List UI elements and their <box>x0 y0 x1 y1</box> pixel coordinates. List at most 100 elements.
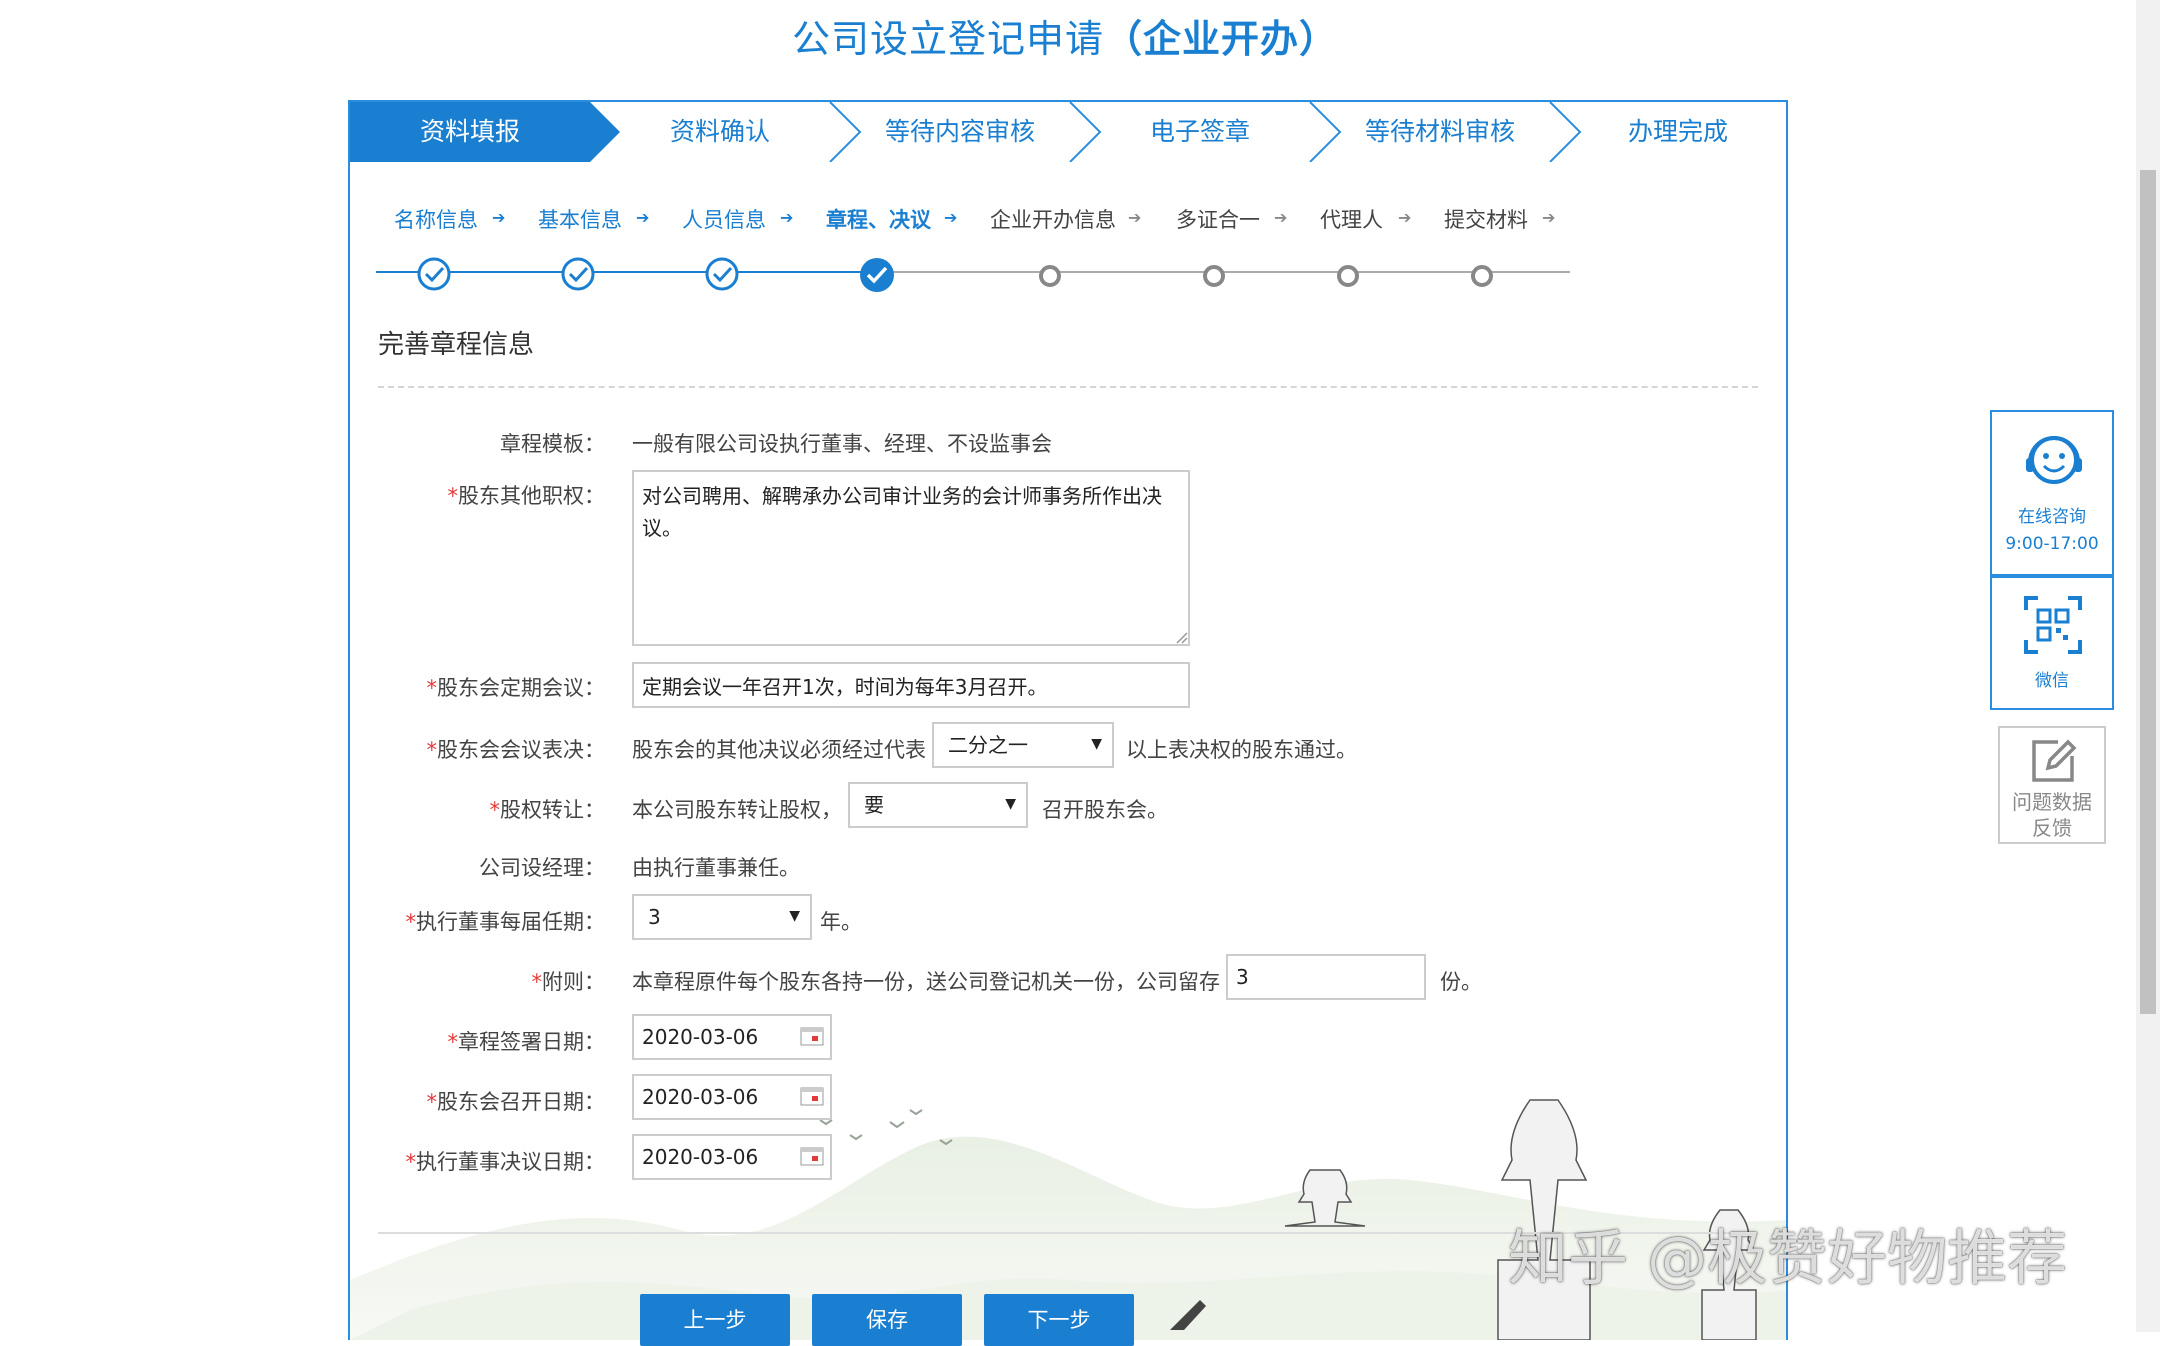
sign-date-value: 2020-03-06 <box>642 1025 759 1049</box>
caret-down-icon: ▼ <box>1091 736 1102 752</box>
vote-ratio-select[interactable]: 二分之一 ▼ <box>932 722 1114 768</box>
step-e-signature[interactable]: 电子签章 <box>1090 102 1310 162</box>
transfer-prefix: 本公司股东转让股权， <box>632 798 842 822</box>
vote-ratio-value: 二分之一 <box>948 733 1028 757</box>
arrow-right-icon: ➔ <box>1398 208 1412 227</box>
customer-service-icon <box>2026 436 2082 484</box>
arrow-right-icon: ➔ <box>636 208 650 227</box>
required-mark: * <box>405 1150 417 1174</box>
arrow-right-icon: ➔ <box>944 208 958 227</box>
arrow-right-icon: ➔ <box>1274 208 1288 227</box>
watermark: 知乎 @极赞好物推荐 <box>1508 1224 2068 1294</box>
step-confirm[interactable]: 资料确认 <box>610 102 830 162</box>
substep-basic-info[interactable]: 基本信息 <box>538 204 622 234</box>
check-circle-icon <box>561 257 595 291</box>
appendix-suffix: 份。 <box>1440 970 1482 994</box>
substep-articles-resolution[interactable]: 章程、决议 <box>826 204 931 234</box>
pending-circle-icon <box>1039 265 1061 287</box>
resize-handle-icon[interactable] <box>1176 632 1188 644</box>
required-mark: * <box>447 1030 459 1054</box>
check-circle-icon <box>705 257 739 291</box>
resolution-date-label: *执行董事决议日期： <box>406 1146 606 1176</box>
arrow-right-icon: ➔ <box>492 208 506 227</box>
meeting-date-input[interactable]: 2020-03-06 <box>632 1074 832 1120</box>
required-mark: * <box>531 970 543 994</box>
caret-down-icon: ▼ <box>789 908 800 924</box>
resolution-date-input[interactable]: 2020-03-06 <box>632 1134 832 1180</box>
term-value: 3 <box>648 905 661 929</box>
other-duties-textarea[interactable]: 对公司聘用、解聘承办公司审计业务的会计师事务所作出决议。 <box>632 470 1190 646</box>
caret-down-icon: ▼ <box>1005 796 1016 812</box>
vote-label-text: 股东会会议表决： <box>437 738 605 762</box>
scrollbar[interactable] <box>2136 0 2160 1332</box>
wechat-widget[interactable]: 微信 <box>1990 576 2114 710</box>
calendar-icon[interactable] <box>800 1026 824 1046</box>
required-mark: * <box>405 910 417 934</box>
vote-prefix: 股东会的其他决议必须经过代表 <box>632 738 926 762</box>
transfer-select[interactable]: 要 ▼ <box>848 782 1028 828</box>
transfer-value: 要 <box>864 793 884 817</box>
step-complete[interactable]: 办理完成 <box>1570 102 1786 162</box>
other-duties-label: *股东其他职权： <box>448 480 606 510</box>
term-label-text: 执行董事每届任期： <box>416 910 605 934</box>
next-step-button[interactable]: 下一步 <box>984 1294 1134 1346</box>
required-mark: * <box>426 676 438 700</box>
sign-date-label-text: 章程签署日期： <box>458 1030 605 1054</box>
transfer-label-text: 股权转让： <box>500 798 605 822</box>
regular-meeting-label: *股东会定期会议： <box>427 672 606 702</box>
pending-circle-icon <box>1203 265 1225 287</box>
calendar-icon[interactable] <box>800 1146 824 1166</box>
online-consult-widget[interactable]: 在线咨询 9:00-17:00 <box>1990 410 2114 576</box>
appendix-prefix: 本章程原件每个股东各持一份，送公司登记机关一份，公司留存 <box>632 970 1220 994</box>
sign-date-input[interactable]: 2020-03-06 <box>632 1014 832 1060</box>
substep-agent[interactable]: 代理人 <box>1320 204 1383 234</box>
substep-submit-materials[interactable]: 提交材料 <box>1444 204 1528 234</box>
meeting-date-label: *股东会召开日期： <box>427 1086 606 1116</box>
step-fill-in[interactable]: 资料填报 <box>350 102 590 162</box>
appendix-label: *附则： <box>532 966 606 996</box>
process-steps: 资料填报 资料确认 等待内容审核 电子签章 等待材料审核 办理完成 <box>350 102 1786 162</box>
save-button[interactable]: 保存 <box>812 1294 962 1346</box>
page-title-sub: （企业开办） <box>1104 17 1339 61</box>
step-material-review[interactable]: 等待材料审核 <box>1330 102 1550 162</box>
substep-name-info[interactable]: 名称信息 <box>394 204 478 234</box>
term-select[interactable]: 3 ▼ <box>632 894 812 940</box>
regular-meeting-label-text: 股东会定期会议： <box>437 676 605 700</box>
feedback-widget[interactable]: 问题数据 反馈 <box>1998 726 2106 844</box>
sign-date-label: *章程签署日期： <box>448 1026 606 1056</box>
prev-step-button[interactable]: 上一步 <box>640 1294 790 1346</box>
template-label: 章程模板： <box>500 432 605 456</box>
pending-circle-icon <box>1471 265 1493 287</box>
required-mark: * <box>426 1090 438 1114</box>
resolution-date-label-text: 执行董事决议日期： <box>416 1150 605 1174</box>
section-divider <box>378 386 1758 388</box>
scrollbar-thumb[interactable] <box>2140 170 2156 1014</box>
term-suffix: 年。 <box>820 910 862 934</box>
wechat-label: 微信 <box>2035 671 2069 691</box>
substep-enterprise-info[interactable]: 企业开办信息 <box>990 204 1116 234</box>
vote-label: *股东会会议表决： <box>427 734 606 764</box>
section-title: 完善章程信息 <box>378 330 535 360</box>
calendar-icon[interactable] <box>800 1086 824 1106</box>
resolution-date-value: 2020-03-06 <box>642 1145 759 1169</box>
manager-value: 由执行董事兼任。 <box>632 856 800 880</box>
regular-meeting-input[interactable] <box>632 662 1190 708</box>
page-title-main: 公司设立登记申请 <box>791 17 1104 61</box>
arrow-right-icon: ➔ <box>780 208 794 227</box>
appendix-label-text: 附则： <box>542 970 605 994</box>
feedback-line2: 反馈 <box>2032 816 2072 840</box>
meeting-date-value: 2020-03-06 <box>642 1085 759 1109</box>
check-circle-icon <box>417 257 451 291</box>
term-label: *执行董事每届任期： <box>406 906 606 936</box>
substep-personnel-info[interactable]: 人员信息 <box>682 204 766 234</box>
step-content-review[interactable]: 等待内容审核 <box>850 102 1070 162</box>
pending-circle-icon <box>1337 265 1359 287</box>
template-value: 一般有限公司设执行董事、经理、不设监事会 <box>632 432 1052 456</box>
transfer-label: *股权转让： <box>490 794 606 824</box>
required-mark: * <box>426 738 438 762</box>
sub-steps: 名称信息 ➔ 基本信息 ➔ 人员信息 ➔ 章程、决议 ➔ 企业开办信息 ➔ 多证… <box>350 162 1786 292</box>
appendix-copies-input[interactable] <box>1226 954 1426 1000</box>
edit-icon <box>2032 739 2077 782</box>
other-duties-label-text: 股东其他职权： <box>458 484 605 508</box>
substep-multi-cert[interactable]: 多证合一 <box>1176 204 1260 234</box>
